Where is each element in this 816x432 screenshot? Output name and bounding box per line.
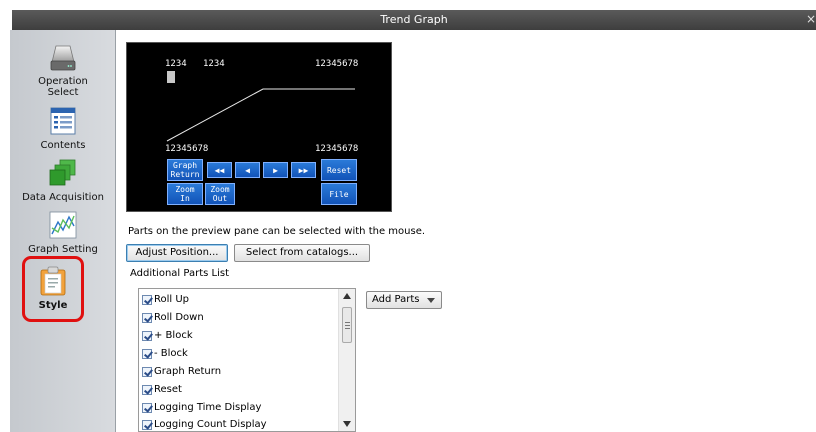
list-scrollbar[interactable]	[338, 289, 355, 431]
sidebar-item-label: Style	[38, 300, 68, 311]
checkbox[interactable]	[142, 294, 152, 305]
list-item[interactable]: Graph Return	[142, 363, 221, 380]
list-item-label: Reset	[154, 384, 182, 395]
list-item-label: + Block	[154, 330, 193, 341]
checkbox[interactable]	[142, 348, 152, 359]
checkbox[interactable]	[142, 366, 152, 377]
list-item-label: Logging Count Display	[154, 419, 267, 430]
add-parts-button[interactable]: Add Parts	[366, 291, 442, 309]
adjust-position-button[interactable]: Adjust Position...	[126, 244, 228, 262]
chart-icon	[49, 211, 77, 239]
reset-button[interactable]: Reset	[321, 159, 357, 181]
list-item[interactable]: + Block	[142, 327, 193, 344]
scroll-up-arrow-icon[interactable]	[343, 293, 351, 299]
checkbox[interactable]	[142, 312, 152, 323]
sidebar-item-label: Contents	[40, 140, 86, 151]
sidebar-item-style[interactable]: Style	[0, 266, 106, 311]
list-item[interactable]: Roll Up	[142, 291, 189, 308]
graph-return-button[interactable]: Graph Return	[167, 159, 203, 181]
fast-forward-button[interactable]: ▶▶	[291, 162, 316, 178]
sidebar-item-operation-select[interactable]: Operation Select	[10, 42, 116, 98]
list-item-label: Graph Return	[154, 366, 222, 377]
scroll-down-arrow-icon[interactable]	[343, 421, 351, 427]
list-item[interactable]: Logging Time Display	[142, 399, 261, 416]
add-parts-label: Add Parts	[372, 294, 420, 305]
preview-pane[interactable]: 1234 1234 12345678 12345678 12345678 Gra…	[126, 42, 392, 212]
list-item-label: Roll Up	[154, 294, 190, 305]
window-title: Trend Graph	[380, 13, 448, 26]
checkbox[interactable]	[142, 402, 152, 413]
list-item[interactable]: - Block	[142, 345, 188, 362]
back-button[interactable]: ◀	[235, 162, 260, 178]
zoom-out-button[interactable]: Zoom Out	[205, 183, 235, 205]
rewind-button[interactable]: ◀◀	[207, 162, 232, 178]
list-item-label: Roll Down	[154, 312, 204, 323]
list-item[interactable]: Reset	[142, 381, 182, 398]
sidebar-item-data-acquisition[interactable]: Data Acquisition	[10, 158, 116, 203]
sidebar-item-label: Operation Select	[38, 76, 88, 98]
sidebar-item-contents[interactable]: Contents	[10, 106, 116, 151]
list-icon	[50, 107, 76, 135]
scroll-thumb[interactable]	[342, 307, 352, 343]
sidebar-item-label: Graph Setting	[28, 244, 98, 255]
sidebar-item-graph-setting[interactable]: Graph Setting	[10, 210, 116, 255]
clipboard-icon	[40, 266, 66, 296]
title-bar: Trend Graph ×	[0, 0, 816, 30]
sidebar-item-label: Data Acquisition	[22, 192, 104, 203]
close-icon[interactable]: ×	[806, 12, 816, 26]
sidebar: Operation Select Contents Data Acquisiti…	[10, 30, 116, 432]
checkbox[interactable]	[142, 330, 152, 341]
checkbox[interactable]	[142, 419, 152, 430]
list-item-label: Logging Time Display	[154, 402, 262, 413]
preview-value-bottom-left[interactable]: 12345678	[165, 144, 208, 154]
preview-hint-text: Parts on the preview pane can be selecte…	[128, 226, 426, 237]
forward-button[interactable]: ▶	[263, 162, 288, 178]
list-item[interactable]: Logging Count Display	[142, 416, 267, 432]
additional-parts-label: Additional Parts List	[130, 268, 229, 279]
stacked-squares-icon	[49, 159, 76, 186]
zoom-in-button[interactable]: Zoom In	[167, 183, 203, 205]
chevron-down-icon	[427, 298, 435, 303]
preview-value-bottom-right[interactable]: 12345678	[315, 144, 358, 154]
additional-parts-list[interactable]: Roll Up Roll Down + Block - Block Graph …	[138, 288, 356, 432]
list-item[interactable]: Roll Down	[142, 309, 204, 326]
select-from-catalogs-button[interactable]: Select from catalogs...	[234, 244, 370, 262]
file-button[interactable]: File	[321, 183, 357, 205]
list-item-label: - Block	[154, 348, 188, 359]
checkbox[interactable]	[142, 384, 152, 395]
title-bar-strip: Trend Graph ×	[12, 10, 816, 30]
drive-icon	[50, 45, 76, 71]
